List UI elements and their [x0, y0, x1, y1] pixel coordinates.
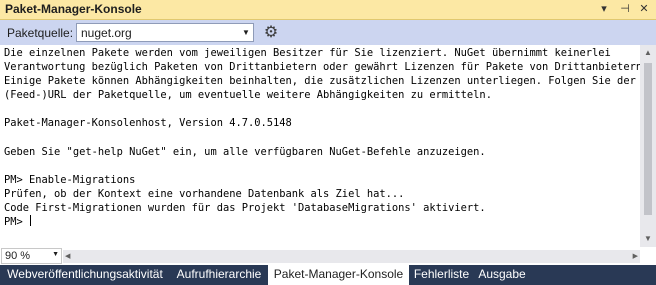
- console-prompt: PM>: [4, 216, 30, 229]
- close-icon[interactable]: ✕: [636, 1, 652, 17]
- console-text: Die einzelnen Pakete werden vom jeweilig…: [4, 46, 640, 229]
- tab-paket-manager-konsole[interactable]: Paket-Manager-Konsole: [268, 265, 409, 285]
- horizontal-scrollbar[interactable]: ◀ ▶: [63, 250, 640, 263]
- scroll-down-arrow-icon[interactable]: ▼: [640, 231, 656, 247]
- settings-gear-icon[interactable]: ⚙: [261, 23, 281, 42]
- window-title: Paket-Manager-Konsole: [5, 2, 142, 16]
- console-line: Einige Pakete können Abhängigkeiten bein…: [4, 75, 636, 88]
- auto-hide-pin-icon[interactable]: ⊣: [617, 1, 633, 17]
- package-source-label: Paketquelle:: [7, 26, 74, 40]
- tab-webveroeffentlichungsaktivitaet[interactable]: Webveröffentlichungsaktivität: [0, 265, 170, 285]
- tab-fehlerliste[interactable]: Fehlerliste: [410, 265, 473, 285]
- tool-window-tab-bar: Webveröffentlichungsaktivität Aufrufhier…: [0, 265, 656, 285]
- zoom-select[interactable]: 90 % ▼: [1, 248, 62, 264]
- zoom-value: 90 %: [5, 250, 31, 262]
- tool-window-title-bar: Paket-Manager-Konsole ▾ ⊣ ✕: [0, 0, 656, 20]
- chevron-down-icon[interactable]: ▼: [52, 251, 59, 258]
- vertical-scroll-thumb[interactable]: [644, 63, 652, 215]
- scroll-right-arrow-icon[interactable]: ▶: [633, 250, 638, 263]
- chevron-down-icon[interactable]: ▼: [239, 24, 253, 41]
- console-line: Geben Sie "get-help NuGet" ein, um alle …: [4, 145, 486, 158]
- console-line: Die einzelnen Pakete werden vom jeweilig…: [4, 47, 611, 59]
- console-footer: 90 % ▼ ◀ ▶: [0, 247, 656, 265]
- vertical-scrollbar[interactable]: ▲ ▼: [640, 45, 656, 247]
- console-line: (Feed-)URL der Paketquelle, um eventuell…: [4, 89, 492, 102]
- package-source-select[interactable]: nuget.org ▼: [76, 23, 254, 42]
- text-caret: [30, 215, 32, 227]
- tab-aufrufhierarchie[interactable]: Aufrufhierarchie: [171, 265, 267, 285]
- console-line: PM> Enable-Migrations: [4, 173, 136, 186]
- tab-ausgabe[interactable]: Ausgabe: [474, 265, 530, 285]
- console-line: Prüfen, ob der Kontext eine vorhandene D…: [4, 187, 405, 200]
- console-line: Verantwortung bezüglich Paketen von Drit…: [4, 61, 640, 74]
- package-source-value: nuget.org: [81, 26, 132, 40]
- scroll-up-arrow-icon[interactable]: ▲: [640, 45, 656, 61]
- console-output[interactable]: Die einzelnen Pakete werden vom jeweilig…: [0, 45, 640, 247]
- console-toolbar: Paketquelle: nuget.org ▼ ⚙: [0, 20, 656, 45]
- console-line: Paket-Manager-Konsolenhost, Version 4.7.…: [4, 117, 292, 130]
- window-position-dropdown-icon[interactable]: ▾: [596, 1, 612, 17]
- scroll-left-arrow-icon[interactable]: ◀: [65, 250, 70, 263]
- console-line: Code First-Migrationen wurden für das Pr…: [4, 202, 486, 215]
